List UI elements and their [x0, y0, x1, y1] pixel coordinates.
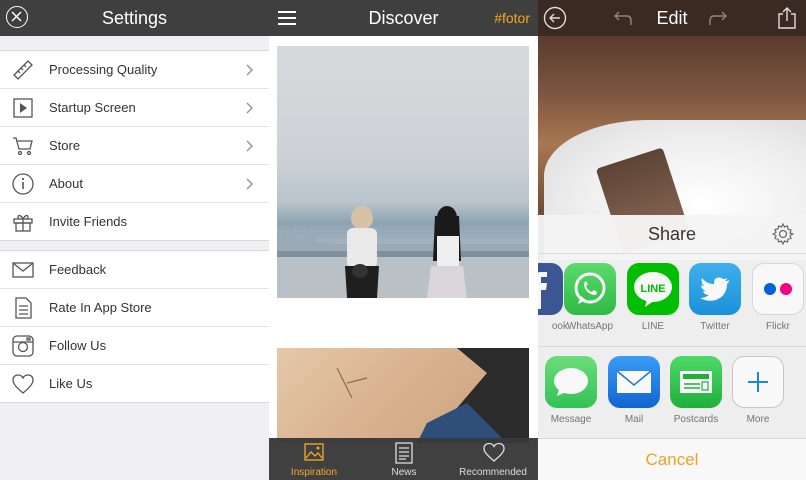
tab-label: News — [391, 467, 417, 478]
action-label: Mail — [624, 414, 644, 425]
action-label: More — [746, 414, 770, 425]
settings-item-about[interactable]: About — [0, 165, 269, 203]
settings-item-label: Store — [49, 138, 81, 153]
discover-topbar: Discover #fotor — [269, 0, 538, 36]
share-app-flickr[interactable]: Flickr — [747, 263, 806, 332]
mail-icon — [12, 262, 34, 278]
share-app-row: ook WhatsApp LINE LINE Twitter Flickr — [538, 263, 806, 343]
settings-item-rate-app[interactable]: Rate In App Store — [0, 289, 269, 327]
settings-item-store[interactable]: Store — [0, 127, 269, 165]
settings-item-like-us[interactable]: Like Us — [0, 365, 269, 402]
settings-item-startup-screen[interactable]: Startup Screen — [0, 89, 269, 127]
feed-photo[interactable] — [277, 46, 529, 298]
settings-item-label: Rate In App Store — [49, 300, 152, 315]
edit-topbar: Edit — [538, 0, 806, 36]
share-title: Share — [647, 224, 697, 244]
gift-icon — [13, 214, 33, 232]
bottom-tabbar: Inspiration News Recommended — [269, 438, 538, 480]
chevron-right-icon — [246, 64, 254, 76]
play-icon — [13, 98, 33, 118]
heart-icon — [483, 442, 505, 462]
share-sheet: Share ook WhatsApp LINE LINE Twitter Fli… — [538, 215, 806, 480]
settings-item-label: Startup Screen — [49, 100, 136, 115]
divider — [538, 346, 806, 347]
document-icon — [15, 297, 32, 319]
chevron-right-icon — [246, 178, 254, 190]
settings-panel: Settings Processing Quality Startup Scre… — [0, 0, 269, 480]
page-title: Settings — [101, 8, 168, 28]
settings-item-follow-us[interactable]: Follow Us — [0, 327, 269, 365]
share-app-line[interactable]: LINE LINE — [622, 263, 684, 332]
settings-item-processing-quality[interactable]: Processing Quality — [0, 51, 269, 89]
settings-item-invite-friends[interactable]: Invite Friends — [0, 203, 269, 240]
action-label: Postcards — [673, 414, 719, 425]
brand-tag[interactable]: #fotor — [494, 0, 530, 36]
cart-icon — [13, 137, 33, 156]
tab-label: Inspiration — [290, 467, 338, 478]
settings-topbar: Settings — [0, 0, 269, 36]
ruler-icon — [13, 60, 33, 80]
share-app-twitter[interactable]: Twitter — [684, 263, 746, 332]
plus-icon — [732, 356, 784, 408]
discover-panel: Discover #fotor Inspiration News Recomme… — [269, 0, 538, 480]
settings-item-label: Feedback — [49, 262, 107, 277]
message-icon — [545, 356, 597, 408]
tab-label: Recommended — [459, 467, 527, 478]
chevron-right-icon — [246, 140, 254, 152]
edit-panel: Edit Share ook WhatsApp LINE LINE Twitte… — [538, 0, 806, 480]
svg-text:LINE: LINE — [640, 283, 665, 295]
app-label: WhatsApp — [566, 321, 614, 332]
settings-item-feedback[interactable]: Feedback — [0, 251, 269, 289]
feed-photo[interactable] — [277, 348, 529, 443]
share-action-postcards[interactable]: Postcards — [665, 356, 727, 425]
app-label: LINE — [641, 321, 665, 332]
whatsapp-icon — [564, 263, 616, 315]
share-action-message[interactable]: Message — [540, 356, 602, 425]
redo-icon[interactable] — [708, 9, 728, 27]
image-icon — [304, 443, 324, 461]
edit-photo[interactable] — [538, 36, 806, 260]
gear-icon[interactable] — [772, 223, 794, 245]
settings-item-label: Invite Friends — [49, 214, 128, 229]
flickr-icon — [752, 263, 804, 315]
divider — [538, 253, 806, 254]
chevron-right-icon — [246, 102, 254, 114]
app-label: Flickr — [766, 321, 790, 332]
tab-inspiration[interactable]: Inspiration — [269, 438, 359, 480]
instagram-icon — [12, 335, 34, 357]
action-label: Message — [550, 414, 592, 425]
page-title: Edit — [656, 8, 688, 28]
app-label: Twitter — [700, 321, 730, 332]
share-action-row: Message Mail Postcards More — [538, 356, 806, 436]
tab-news[interactable]: News — [359, 438, 449, 480]
share-action-mail[interactable]: Mail — [603, 356, 665, 425]
share-action-more[interactable]: More — [727, 356, 789, 425]
settings-item-label: About — [49, 176, 83, 191]
cancel-button[interactable]: Cancel — [538, 438, 806, 480]
line-icon: LINE — [627, 263, 679, 315]
heart-icon — [12, 374, 34, 394]
settings-group-1: Processing Quality Startup Screen Store … — [0, 50, 269, 241]
twitter-icon — [689, 263, 741, 315]
share-icon[interactable] — [777, 6, 797, 30]
photo-scene — [336, 348, 529, 443]
settings-item-label: Follow Us — [49, 338, 107, 353]
share-app-whatsapp[interactable]: WhatsApp — [559, 263, 621, 332]
settings-item-label: Processing Quality — [49, 62, 158, 77]
settings-item-label: Like Us — [49, 376, 93, 391]
postcard-icon — [670, 356, 722, 408]
photo-scene — [277, 206, 529, 298]
news-icon — [395, 442, 413, 464]
info-icon — [12, 173, 34, 195]
settings-group-2: Feedback Rate In App Store Follow Us Lik… — [0, 250, 269, 403]
mail-icon — [608, 356, 660, 408]
tab-recommended[interactable]: Recommended — [448, 438, 538, 480]
